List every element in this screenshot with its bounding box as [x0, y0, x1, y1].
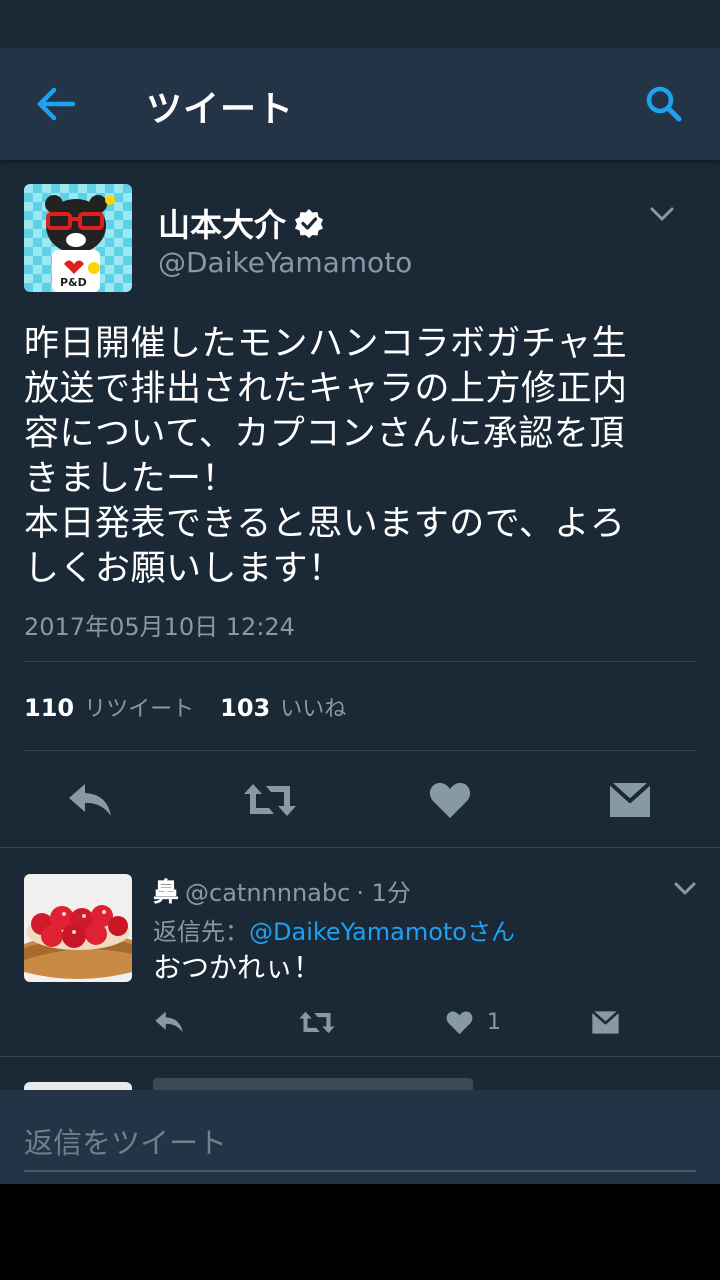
- chevron-down-icon: [650, 207, 674, 221]
- divider: [0, 847, 720, 848]
- tweet-text: 昨日開催したモンハンコラボガチャ生 放送で排出されたキャラの上方修正内 容につい…: [24, 324, 628, 589]
- next-reply-header: [153, 1078, 473, 1090]
- reply-icon: [69, 784, 111, 816]
- reply-input[interactable]: [24, 1116, 696, 1172]
- svg-text:P&D: P&D: [60, 276, 87, 289]
- retweet-label[interactable]: リツイート: [84, 691, 194, 723]
- reply-menu-button[interactable]: [670, 876, 700, 902]
- envelope-icon: [591, 1009, 620, 1034]
- status-bar: [0, 0, 720, 48]
- tweet-menu-button[interactable]: [646, 200, 678, 228]
- reply-reply-button[interactable]: [154, 1002, 184, 1042]
- like-label[interactable]: いいね: [280, 691, 346, 723]
- author-name[interactable]: 山本大介: [158, 200, 324, 246]
- tweet-actions: [0, 770, 720, 830]
- retweet-icon: [244, 784, 296, 816]
- reply-dm-button[interactable]: [591, 1002, 620, 1042]
- tweet-timestamp: 2017年05月10日 12:24: [24, 613, 295, 641]
- reply-author-avatar[interactable]: [24, 874, 132, 982]
- search-button[interactable]: [640, 80, 688, 128]
- verified-badge-icon: [295, 209, 324, 238]
- author-name-text: 山本大介: [158, 206, 287, 244]
- envelope-icon: [608, 781, 652, 817]
- back-button[interactable]: [30, 82, 82, 126]
- reply-like-count: 1: [487, 1009, 501, 1035]
- next-reply-avatar[interactable]: [24, 1082, 132, 1090]
- divider: [24, 750, 696, 751]
- reply-icon: [155, 1011, 183, 1033]
- app-bar: ツイート: [0, 48, 720, 160]
- reply-author-name[interactable]: 鼻: [153, 872, 179, 909]
- heart-icon: [429, 782, 471, 818]
- heart-icon: [446, 1011, 473, 1034]
- replying-to-prefix: 返信先：: [153, 918, 249, 946]
- divider: [0, 1056, 720, 1057]
- author-handle[interactable]: @DaikeYamamoto: [158, 246, 412, 279]
- chevron-down-icon: [674, 882, 696, 895]
- replying-to: 返信先：@DaikeYamamotoさん: [153, 912, 515, 947]
- author-avatar[interactable]: P&D: [24, 184, 132, 292]
- retweet-icon: [299, 1011, 335, 1033]
- reply-retweet-button[interactable]: [298, 1002, 336, 1042]
- reply-compose-bar: [0, 1090, 720, 1184]
- like-button[interactable]: [420, 770, 480, 830]
- search-icon: [646, 86, 682, 122]
- divider: [24, 661, 696, 662]
- arrow-left-icon: [37, 87, 76, 121]
- reply-header: 鼻 @catnnnnabc · 1分: [153, 872, 411, 909]
- replying-to-link[interactable]: @DaikeYamamotoさん: [249, 918, 515, 946]
- bear-mascot-avatar: P&D: [24, 184, 132, 292]
- tweet-stats: 110 リツイート 103 いいね: [24, 691, 372, 723]
- reply-time: · 1分: [356, 879, 411, 907]
- reply-author-handle[interactable]: @catnnnnabc: [185, 879, 350, 907]
- reply-actions: 1: [0, 1002, 720, 1042]
- reply-like-button[interactable]: 1: [446, 1002, 501, 1042]
- system-nav-bar: [0, 1184, 720, 1280]
- reply-button[interactable]: [60, 770, 120, 830]
- retweet-button[interactable]: [240, 770, 300, 830]
- like-count[interactable]: 103: [220, 694, 270, 722]
- page-title: ツイート: [146, 89, 295, 130]
- retweet-count[interactable]: 110: [24, 694, 74, 722]
- strawberry-tart-avatar: [24, 874, 132, 982]
- direct-message-button[interactable]: [600, 770, 660, 830]
- reply-text: おつかれぃ！: [153, 951, 322, 984]
- tweet-detail: P&D 山本大介 @DaikeYamamoto 昨日開催したモンハンコラボガチャ…: [0, 160, 720, 1090]
